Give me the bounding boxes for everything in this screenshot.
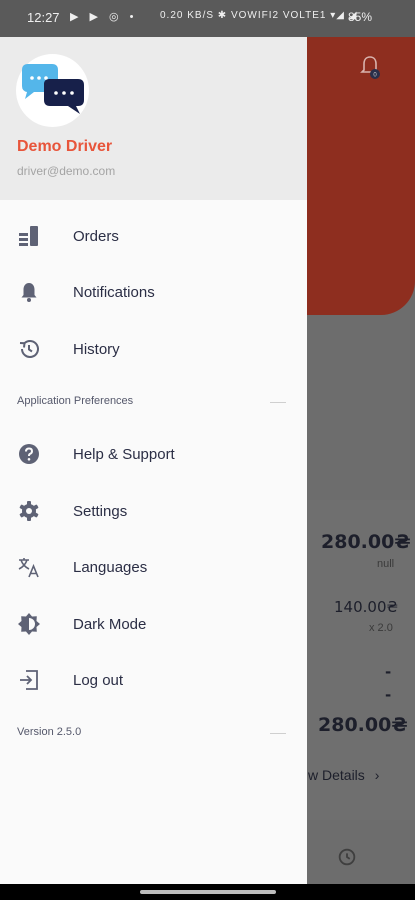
- brightness-icon: [18, 613, 40, 635]
- user-email: driver@demo.com: [17, 164, 116, 178]
- menu-item-settings[interactable]: Settings: [0, 486, 307, 538]
- menu-item-label: Settings: [73, 503, 128, 520]
- logout-icon: [20, 670, 38, 690]
- bell-icon: [21, 283, 37, 302]
- menu-item-label: Help & Support: [73, 446, 175, 463]
- menu-item-notifications[interactable]: Notifications: [0, 267, 307, 319]
- user-name: Demo Driver: [17, 138, 113, 155]
- section-divider: [270, 402, 286, 403]
- menu-item-help-support[interactable]: Help & Support: [0, 429, 307, 481]
- background-dash-1: -: [385, 663, 392, 681]
- chat-bubbles-icon: [22, 64, 84, 114]
- background-total: 280.00₴: [321, 531, 411, 553]
- menu-item-label: Orders: [73, 228, 119, 245]
- status-bar: 12:27 ▶ ▶ ◎ • 0.20 KB/S ✱ VOWIFI2 VOLTE1…: [0, 0, 415, 37]
- section-label-preferences: Application Preferences: [17, 395, 134, 407]
- notification-status-icons: ▶ ▶ ◎ •: [70, 11, 138, 23]
- menu-item-label: History: [73, 341, 120, 358]
- menu-item-orders[interactable]: Orders: [0, 211, 307, 263]
- menu-item-languages[interactable]: Languages: [0, 542, 307, 594]
- battery-level: 85%: [348, 10, 373, 24]
- gear-icon: [19, 501, 39, 521]
- notification-bell-icon[interactable]: 0: [358, 54, 382, 80]
- app-version: Version 2.5.0: [17, 726, 82, 738]
- section-divider: [270, 733, 286, 734]
- menu-item-logout[interactable]: Log out: [0, 655, 307, 707]
- background-total-note: null: [377, 558, 395, 570]
- background-item-qty: x 2.0: [369, 622, 393, 634]
- orders-icon: [19, 226, 38, 246]
- menu-item-dark-mode[interactable]: Dark Mode: [0, 599, 307, 651]
- background-grand-total: 280.00₴: [318, 714, 408, 736]
- history-tab-icon[interactable]: [336, 846, 358, 868]
- menu-item-history[interactable]: History: [0, 324, 307, 376]
- drawer-header: Demo Driver driver@demo.com: [0, 37, 307, 200]
- help-icon: [19, 444, 39, 464]
- menu-item-label: Languages: [73, 559, 148, 576]
- menu-item-label: Dark Mode: [73, 616, 147, 633]
- view-details-link[interactable]: w Details ›: [308, 767, 379, 783]
- menu-item-label: Log out: [73, 672, 124, 689]
- view-details-label: w Details: [308, 767, 365, 783]
- background-item-price: 140.00₴: [334, 598, 399, 616]
- background-dash-2: -: [385, 686, 392, 704]
- history-icon: [19, 340, 39, 358]
- status-time: 12:27: [27, 10, 60, 25]
- home-gesture-handle[interactable]: [140, 890, 276, 894]
- chevron-right-icon: ›: [374, 767, 380, 783]
- menu-item-label: Notifications: [73, 284, 155, 301]
- translate-icon: [18, 558, 39, 578]
- avatar[interactable]: [16, 54, 89, 127]
- navigation-drawer: Demo Driver driver@demo.com Orders Notif…: [0, 37, 307, 884]
- connectivity-status-icons: 0.20 KB/S ✱ VOWIFI2 VOLTE1 ▾◢ ◢: [160, 10, 358, 21]
